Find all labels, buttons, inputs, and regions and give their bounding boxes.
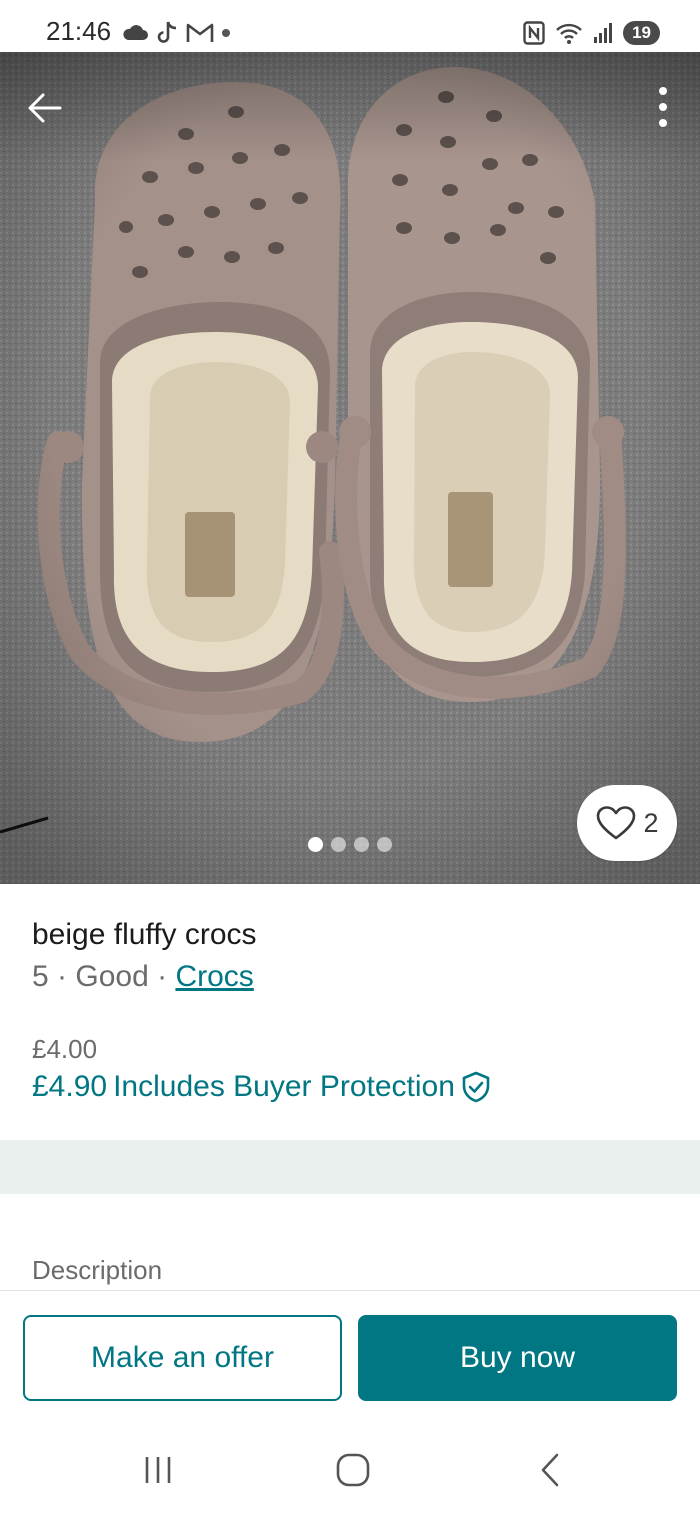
wifi-icon (556, 23, 582, 44)
tiktok-icon (157, 21, 177, 43)
photo-pagination-dots (308, 837, 392, 852)
favourite-count: 2 (643, 807, 659, 838)
nfc-icon (523, 21, 545, 45)
make-offer-button[interactable]: Make an offer (23, 1315, 342, 1401)
buy-now-button[interactable]: Buy now (358, 1315, 677, 1401)
item-meta: 5 · Good · Crocs (32, 960, 254, 994)
buyer-protection-price[interactable]: £4.90 Includes Buyer Protection (32, 1070, 491, 1104)
battery-indicator: 19 (623, 21, 660, 45)
cloud-icon (123, 25, 148, 40)
gmail-icon (186, 23, 214, 42)
signal-icon (594, 23, 613, 43)
recent-apps-icon (145, 1457, 171, 1483)
shield-check-icon (462, 1071, 490, 1103)
action-bar: Make an offer Buy now (0, 1290, 700, 1418)
meta-separator: · (57, 960, 68, 993)
item-price: £4.00 (32, 1034, 98, 1064)
recent-apps-button[interactable] (128, 1448, 188, 1492)
home-button[interactable] (323, 1448, 383, 1492)
home-icon (336, 1453, 370, 1487)
status-system-icons: 19 (523, 18, 660, 48)
back-button[interactable] (20, 84, 68, 132)
more-options-button[interactable] (646, 82, 680, 132)
chevron-left-icon (541, 1453, 559, 1487)
item-title: beige fluffy crocs (32, 918, 257, 951)
heart-icon (597, 806, 636, 840)
more-vertical-icon (659, 87, 667, 127)
meta-separator: · (157, 960, 168, 993)
product-photo[interactable] (0, 52, 700, 884)
pagination-dot-active[interactable] (308, 837, 323, 852)
buyer-protection-label: Includes Buyer Protection (113, 1070, 455, 1103)
pagination-dot[interactable] (354, 837, 369, 852)
arrow-left-icon (28, 93, 62, 123)
description-heading: Description (32, 1255, 163, 1285)
favourite-button[interactable]: 2 (577, 785, 677, 861)
product-image (0, 52, 700, 884)
pagination-dot[interactable] (331, 837, 346, 852)
section-divider (0, 1140, 700, 1194)
item-condition: Good (75, 960, 149, 993)
status-notification-icons (122, 18, 230, 48)
brand-link[interactable]: Crocs (175, 960, 253, 993)
total-price: £4.90 (32, 1070, 108, 1103)
system-navigation-bar (0, 1418, 700, 1517)
notification-dot-icon (222, 29, 230, 37)
system-back-button[interactable] (520, 1448, 580, 1492)
item-size: 5 (32, 960, 49, 993)
status-time: 21:46 (46, 16, 112, 46)
pagination-dot[interactable] (377, 837, 392, 852)
